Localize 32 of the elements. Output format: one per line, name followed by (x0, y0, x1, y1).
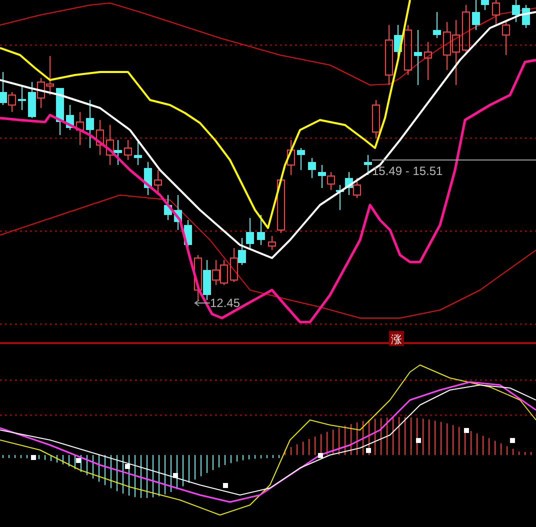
candlestick (56, 88, 64, 136)
candlestick (164, 194, 172, 220)
leader-line (194, 300, 210, 306)
candlestick (277, 178, 285, 234)
candlestick (268, 236, 276, 250)
candlestick (404, 24, 412, 76)
candlestick (308, 158, 316, 178)
rise-badge: 涨 (389, 331, 404, 346)
candlestick (66, 104, 74, 130)
price-label: 12.45 (210, 296, 240, 310)
candlestick (433, 12, 441, 38)
candlestick (372, 100, 380, 138)
candlestick (462, 4, 470, 56)
candlestick (297, 148, 305, 170)
candlestick (96, 120, 104, 156)
candlestick (414, 30, 422, 86)
candlestick (144, 162, 152, 196)
candlestick (18, 84, 26, 110)
candlestick (522, 4, 530, 28)
candlestick (424, 42, 432, 80)
candlestick (257, 214, 265, 246)
candlestick (512, 0, 520, 22)
candlestick (502, 20, 510, 56)
candlestick (124, 140, 132, 160)
candlestick (364, 154, 372, 176)
candlestick (134, 140, 142, 166)
candlestick (76, 112, 84, 146)
candlestick (287, 140, 295, 176)
candlestick (492, 0, 500, 26)
candlestick (86, 100, 94, 148)
candlestick (174, 194, 182, 230)
price-label: 15.49 - 15.51 (372, 164, 443, 178)
